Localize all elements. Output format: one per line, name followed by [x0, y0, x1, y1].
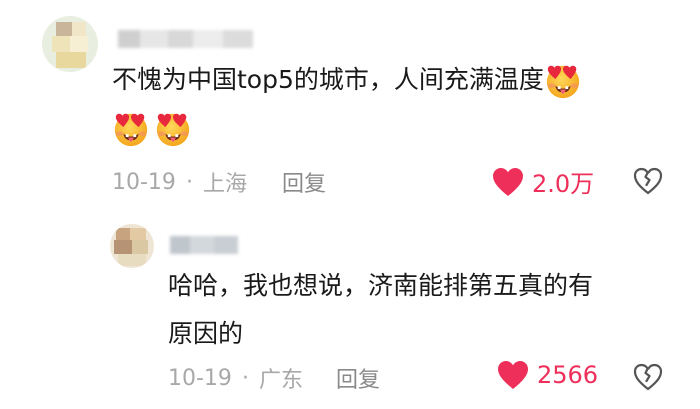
like-count: 2566 [537, 361, 599, 389]
heart-eyes-tongue-emoji-icon [546, 65, 580, 99]
comment-date: 10-19 [112, 169, 176, 195]
heart-filled-icon [498, 361, 528, 389]
comment-location: 广东 [258, 368, 303, 393]
comment-text-line: 哈哈，我也想说，济南能排第五真的有 [168, 271, 594, 300]
reply-button[interactable]: 回复 [282, 166, 326, 198]
broken-heart-icon[interactable] [633, 167, 663, 195]
comment-text-content: 不愧为中国top5的城市，人间充满温度 [112, 65, 544, 94]
like-button[interactable]: 2566 [497, 360, 598, 390]
like-button[interactable]: 2.0万 [492, 164, 594, 199]
comment-text-line: 原因的 [168, 319, 244, 348]
heart-filled-icon [493, 167, 523, 196]
separator-dot: · [241, 365, 249, 391]
heart-eyes-tongue-emoji-icon [114, 113, 148, 147]
avatar[interactable] [110, 224, 154, 268]
broken-heart-icon[interactable] [633, 363, 663, 391]
comment-meta: 10-19 · 上海 [112, 166, 247, 198]
comment-text: 不愧为中国top5的城市，人间充满温度 [112, 58, 582, 102]
comment-text: 哈哈，我也想说，济南能排第五真的有 原因的 [168, 264, 593, 356]
username-blurred[interactable] [170, 236, 238, 254]
username-blurred[interactable] [118, 30, 253, 48]
like-count: 2.0万 [532, 170, 595, 198]
heart-eyes-tongue-emoji-icon [156, 113, 190, 147]
comment-meta: 10-19 · 广东 [168, 362, 303, 394]
separator-dot: · [185, 169, 193, 195]
avatar[interactable] [42, 16, 98, 72]
comment-date: 10-19 [168, 365, 232, 391]
reply-button[interactable]: 回复 [336, 362, 380, 394]
emoji-row [112, 110, 192, 148]
comment-location: 上海 [202, 172, 247, 197]
